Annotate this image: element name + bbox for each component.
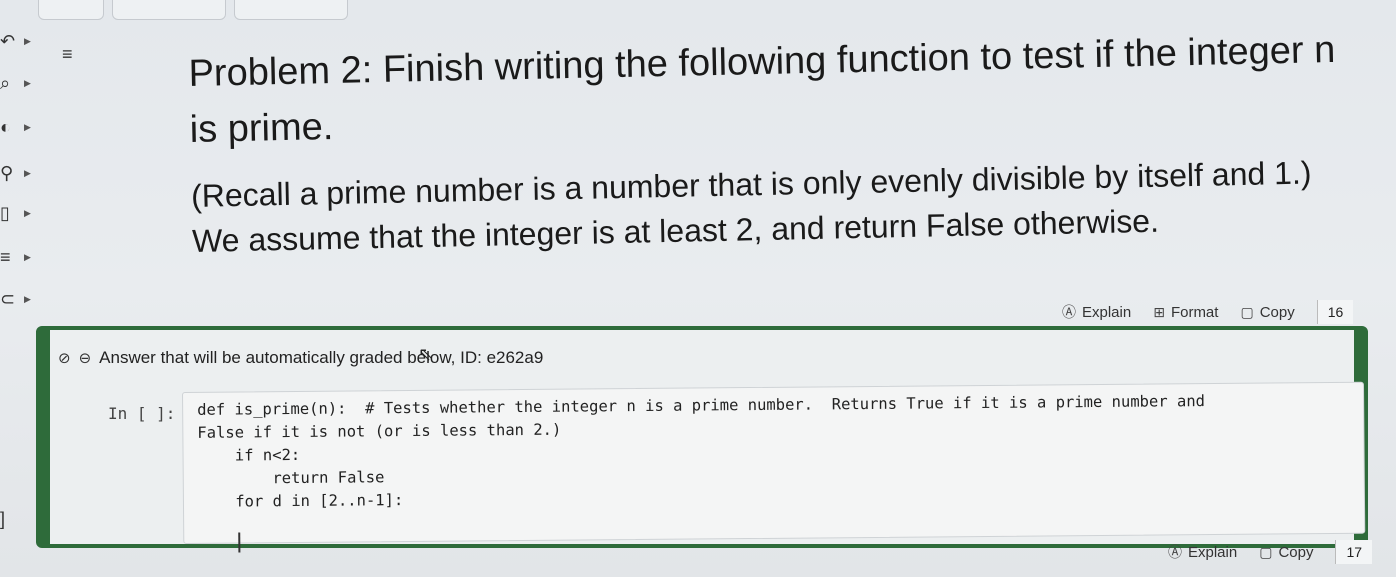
document-icon-glyph: ▯ [0, 202, 10, 223]
collapse-icon[interactable]: ⊖ [79, 349, 92, 367]
copy-button[interactable]: ▢ Copy [1259, 544, 1313, 561]
ai-icon: Ⓐ [1062, 304, 1076, 320]
cell-toolbar-17: Ⓐ Explain ▢ Copy 17 [1168, 540, 1373, 564]
problem-body: (Recall a prime number is a number that … [190, 154, 1312, 259]
explain-button[interactable]: Ⓐ Explain [1168, 542, 1237, 562]
document-icon[interactable]: ▯ ▶ [0, 200, 40, 226]
answer-header-text: Answer that will be automatically graded… [99, 348, 544, 367]
menu-icon[interactable]: ≡ [62, 44, 73, 65]
ai-icon: Ⓐ [1168, 544, 1182, 560]
explain-button[interactable]: Ⓐ Explain [1062, 302, 1131, 322]
toolbar-add-button[interactable] [38, 0, 104, 20]
bracket-icon[interactable]: ] [0, 506, 40, 532]
expand-arrow-icon[interactable]: ▶ [24, 252, 31, 263]
expand-arrow-icon[interactable]: ▶ [24, 36, 31, 47]
cell-number: 16 [1316, 300, 1354, 324]
no-entry-icon: ⊘ [58, 350, 71, 367]
search-icon[interactable]: ⌕ ▶ [0, 70, 40, 96]
answer-cell[interactable]: ⊘ ⊖ Answer that will be automatically gr… [36, 326, 1368, 553]
toolbar-button[interactable] [112, 0, 226, 20]
copy-icon: ▢ [1240, 303, 1254, 320]
shapes-icon-glyph: ◐ [0, 116, 11, 137]
code-editor[interactable]: def is_prime(n): # Tests whether the int… [182, 381, 1366, 553]
add-person-icon-glyph: ⚲ [0, 162, 14, 183]
expand-arrow-icon[interactable]: ▶ [24, 78, 31, 89]
list-icon[interactable]: ≡ ▶ [0, 244, 40, 270]
cell-number: 17 [1335, 540, 1373, 564]
search-icon-glyph: ⌕ [0, 72, 11, 93]
expand-arrow-icon[interactable]: ▶ [24, 168, 31, 179]
link-icon[interactable]: ⊂ ▶ [0, 286, 40, 312]
list-icon-glyph: ≡ [0, 246, 11, 267]
expand-arrow-icon[interactable]: ▶ [24, 294, 31, 305]
problem-title: Problem 2: Finish writing the following … [188, 28, 1336, 151]
problem-statement: Problem 2: Finish writing the following … [188, 22, 1342, 264]
expand-arrow-icon[interactable]: ▶ [24, 122, 31, 133]
answer-header: ⊘ ⊖ Answer that will be automatically gr… [58, 348, 543, 368]
text-cursor [238, 532, 241, 553]
format-icon: ⊞ [1153, 303, 1165, 320]
copy-button[interactable]: ▢ Copy [1240, 304, 1294, 321]
link-icon-glyph: ⊂ [0, 288, 16, 309]
add-person-icon[interactable]: ⚲ ▶ [0, 160, 40, 186]
toolbar-button[interactable] [234, 0, 348, 20]
shapes-icon[interactable]: ◐ ▶ [0, 114, 40, 140]
input-prompt: In [ ]: [108, 404, 176, 423]
mouse-pointer-icon: ⇖ [418, 344, 434, 364]
undo-icon[interactable]: ↶ ▶ [0, 28, 40, 54]
undo-icon-glyph: ↶ [0, 30, 16, 51]
expand-arrow-icon[interactable]: ▶ [24, 208, 31, 219]
cell-toolbar-16: Ⓐ Explain ⊞ Format ▢ Copy 16 [1062, 300, 1354, 324]
format-button[interactable]: ⊞ Format [1153, 304, 1218, 321]
bracket-icon-glyph: ] [0, 508, 6, 529]
copy-icon: ▢ [1259, 543, 1273, 560]
